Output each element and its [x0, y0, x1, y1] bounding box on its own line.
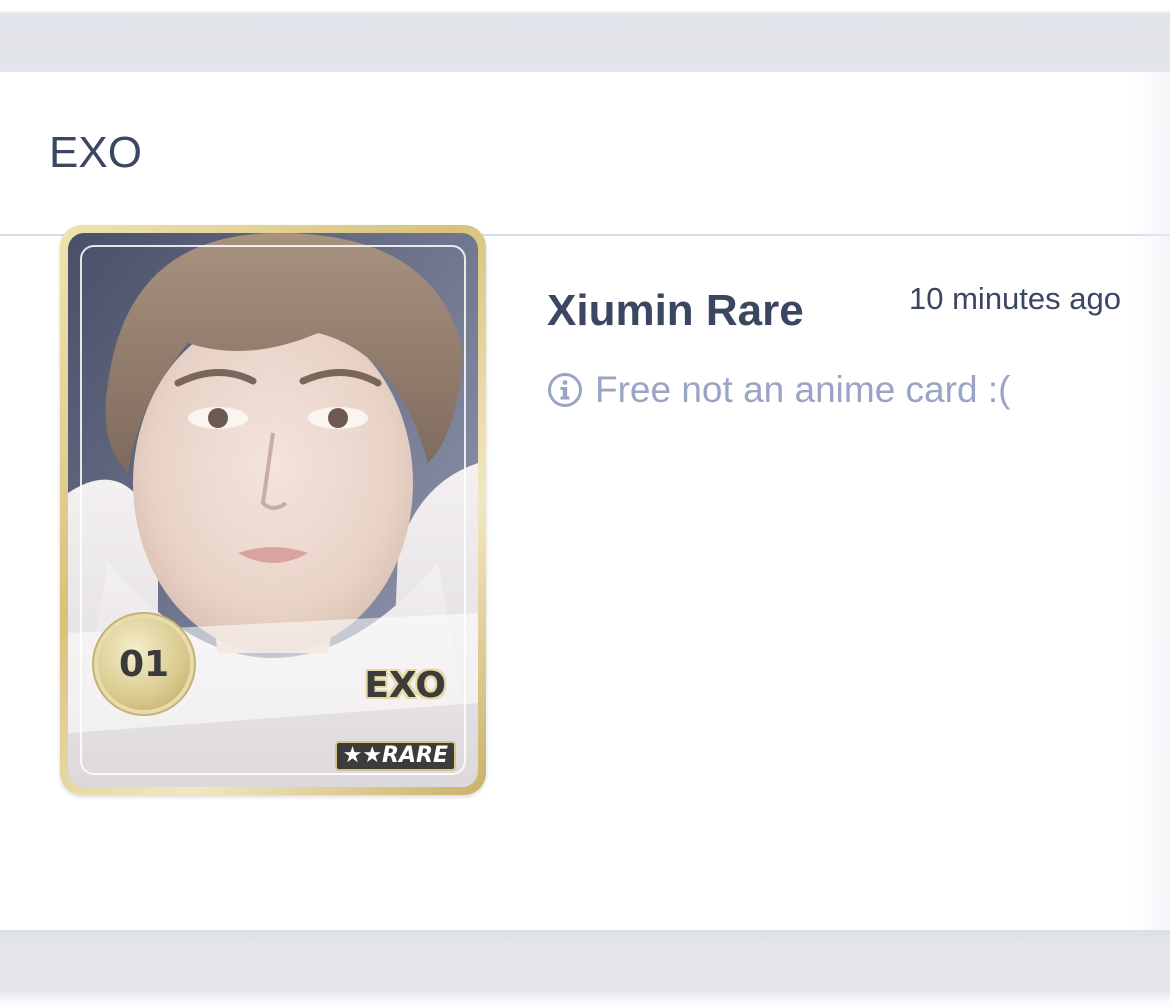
card-name[interactable]: Xiumin Rare: [547, 283, 804, 339]
info-icon: [548, 373, 582, 407]
timestamp: 10 minutes ago: [909, 281, 1121, 316]
card-group-label: EXO: [364, 665, 446, 706]
card-image[interactable]: 01 EXO ★★RARE: [60, 225, 486, 795]
bottom-spacer: [0, 930, 1170, 1005]
card-photo: 01 EXO ★★RARE: [68, 233, 478, 787]
card-rarity-label: ★★RARE: [334, 741, 456, 771]
group-title: EXO: [49, 128, 142, 177]
note-text: Free not an anime card :(: [595, 369, 1011, 410]
card-note: Free not an anime card :(: [547, 368, 1010, 412]
card-number-badge: 01: [98, 618, 190, 710]
top-spacer: [0, 0, 1170, 72]
panel-header: EXO: [0, 72, 1170, 236]
